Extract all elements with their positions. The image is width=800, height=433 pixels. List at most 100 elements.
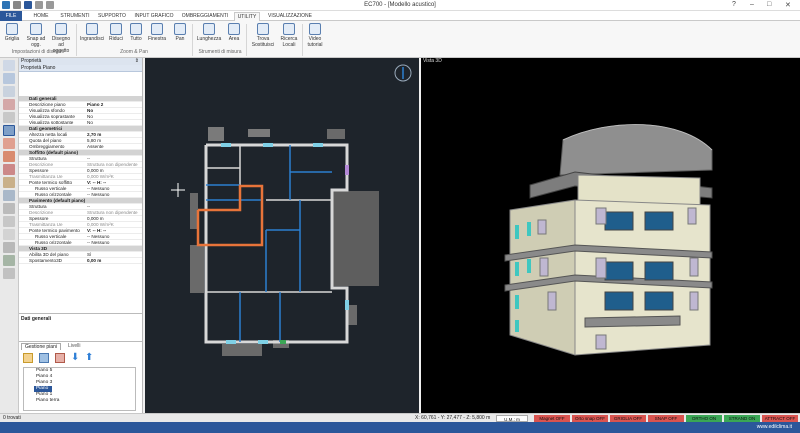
layers-icon[interactable] (3, 86, 15, 97)
move-up-icon[interactable]: ⬆ (85, 353, 95, 363)
status-bar: 0 trovati X: 60,761 - Y: 27,477 - Z: 5,8… (0, 413, 800, 422)
divider (19, 313, 142, 314)
area-button[interactable]: Area (226, 23, 242, 42)
pencil-icon (55, 23, 67, 35)
finestra-button[interactable]: Finestra (147, 23, 167, 42)
trova-sostituisci-button[interactable]: Trova Sostituisci (250, 23, 276, 48)
snap-button[interactable]: Snap ad ogg. (25, 23, 47, 48)
grid-icon (6, 23, 18, 35)
tab-supporto[interactable]: SUPPORTO (97, 12, 127, 21)
status-toggle[interactable]: Orto snap OFF (572, 415, 608, 422)
tab-file[interactable]: FILE (0, 11, 22, 21)
stairs-icon[interactable] (3, 242, 15, 253)
floor-icon[interactable] (3, 177, 15, 188)
area-icon (228, 23, 240, 35)
tab-gestione-piani[interactable]: Gestione piani (21, 343, 61, 350)
column-icon[interactable] (3, 203, 15, 214)
minimize-icon[interactable]: – (750, 1, 754, 8)
status-found: 0 trovati (3, 415, 21, 421)
title-bar: EC700 - [Modello acustico] ? – □ ✕ (0, 0, 800, 11)
window (263, 143, 273, 147)
left-toolbar (0, 58, 19, 420)
griglia-button[interactable]: Griglia (3, 23, 21, 42)
tab-livelli[interactable]: Livelli (65, 343, 84, 350)
ribbon-group-label: Strumenti di misura (198, 49, 242, 55)
roof-icon[interactable] (3, 138, 15, 149)
property-grid: Dati generali Descrizione piano Piano 2 Vis… (19, 96, 142, 264)
ribbon-group-label: Zoom & Pan (120, 49, 148, 55)
ingrandisci-button[interactable]: Ingrandisci (80, 23, 104, 42)
tab-utility[interactable]: UTILITY (234, 12, 260, 21)
balcony (333, 191, 379, 286)
vent-icon[interactable] (3, 216, 15, 227)
maximize-icon[interactable]: □ (767, 1, 771, 8)
window (280, 340, 286, 344)
move-down-icon[interactable]: ⬇ (71, 353, 81, 363)
property-value[interactable]: 0,00 m (87, 258, 101, 264)
property-label: Spostamento3D (29, 258, 62, 263)
footer-bar: www.edilclima.it (0, 422, 800, 433)
ricerca-locali-button[interactable]: Ricerca Locali (278, 23, 300, 48)
video-tutorial-button[interactable]: Video tutorial (305, 23, 325, 48)
tutto-button[interactable]: Tutto (128, 23, 144, 42)
status-toggle[interactable]: Magnet OFF (534, 415, 570, 422)
cloud-icon[interactable] (3, 112, 15, 123)
plans-panel: Gestione piani Livelli ⬇ ⬆ Piano 5 Piano … (19, 341, 142, 420)
plans-list: Piano 5 Piano 4 Piano 3 Piano 2 Piano 1 Piano… (23, 367, 136, 411)
pin-icon[interactable]: ⇕ (135, 58, 139, 65)
tab-visualizzazione[interactable]: VISUALIZZAZIONE (265, 12, 315, 21)
window (345, 300, 349, 310)
ribbon-separator (192, 24, 193, 56)
tool-icon[interactable] (3, 268, 15, 279)
delete-plan-icon[interactable] (55, 353, 65, 363)
view-3d[interactable]: Vista 3D (421, 58, 800, 413)
wall-icon[interactable] (3, 99, 15, 110)
snap-icon (30, 23, 42, 35)
add-plan-icon[interactable] (23, 353, 33, 363)
video-icon (309, 23, 321, 35)
tab-ombreggiamenti[interactable]: OMBREGGIAMENTI (180, 12, 230, 21)
status-toggle[interactable]: ATTRACT OFF (762, 415, 798, 422)
riduci-button[interactable]: Riduci (107, 23, 125, 42)
pan-button[interactable]: Pan (172, 23, 188, 42)
footer-url[interactable]: www.edilclima.it (757, 424, 792, 430)
search-icon (283, 23, 295, 35)
description-title: Dati generali (21, 316, 52, 322)
wall-block (248, 129, 270, 137)
edit-plan-icon[interactable] (39, 353, 49, 363)
tab-strumenti[interactable]: STRUMENTI (58, 12, 92, 21)
select-icon[interactable] (3, 60, 15, 71)
lunghezza-button[interactable]: Lunghezza (196, 23, 222, 42)
status-toggle[interactable]: STRAND ON (724, 415, 760, 422)
zoom-all-icon (130, 23, 142, 35)
plan-list-item[interactable]: Piano terra (24, 398, 135, 404)
panel-spacer (19, 72, 142, 96)
panel-subtitle: Proprietà Piano (19, 65, 142, 72)
panel-title: Proprietà (21, 58, 42, 64)
help-icon[interactable]: ? (732, 1, 736, 8)
window (221, 143, 231, 147)
heating-icon[interactable] (3, 164, 15, 175)
building-3d-model (504, 124, 713, 356)
document-icon[interactable] (3, 73, 15, 84)
grid-layout-icon[interactable] (3, 255, 15, 266)
units-selector[interactable]: U.M.: m (496, 415, 528, 422)
status-toggle[interactable]: ORTHO ON (686, 415, 722, 422)
status-toggle[interactable]: SNAP OFF (648, 415, 684, 422)
window (345, 165, 349, 175)
find-replace-icon (257, 23, 269, 35)
gear-icon[interactable] (3, 229, 15, 240)
wall-block (222, 344, 262, 356)
tab-home[interactable]: HOME (30, 12, 52, 21)
window-icon[interactable] (3, 125, 15, 136)
table-icon[interactable] (3, 190, 15, 201)
property-row[interactable]: Spostamento3D 0,00 m (19, 258, 142, 264)
close-icon[interactable]: ✕ (785, 1, 791, 9)
house-icon[interactable] (3, 151, 15, 162)
tab-input-grafico[interactable]: INPUT GRAFICO (133, 12, 175, 21)
status-toggle[interactable]: GRIGLIA OFF (610, 415, 646, 422)
window-title: EC700 - [Modello acustico] (364, 2, 436, 8)
balcony (190, 245, 204, 293)
ribbon-separator (246, 24, 247, 56)
plan-view-2d[interactable] (145, 58, 419, 413)
